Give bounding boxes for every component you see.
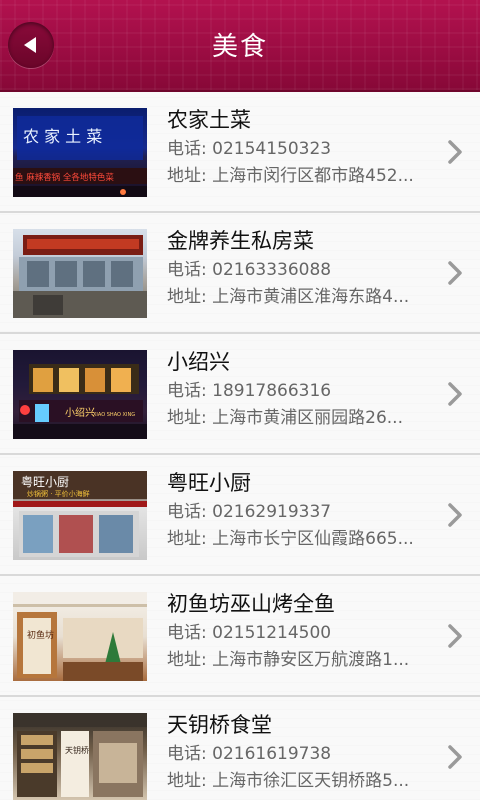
sign-text: 天钥桥: [65, 745, 89, 755]
sign-subtext: 鱼 麻辣香锅 全各地特色菜: [15, 172, 114, 183]
restaurant-phone: 电话: 02161619738: [167, 744, 332, 764]
chevron-right-icon: [448, 745, 462, 769]
list-item[interactable]: 天钥桥 天钥桥食堂 电话: 02161619738 地址: 上海市徐汇区天钥桥路…: [0, 697, 480, 800]
list-item[interactable]: 农 家 土 菜 鱼 麻辣香锅 全各地特色菜 农家土菜 电话: 021541503…: [0, 92, 480, 213]
restaurant-address: 地址: 上海市长宁区仙霞路665...: [167, 529, 414, 549]
app-screen: 美食 农 家 土 菜 鱼 麻辣香锅 全各地特色菜 农家土菜 电话: 021541…: [0, 0, 480, 800]
list-item[interactable]: 粤旺小厨 炒锅粥 · 平价小海鲜 粤旺小厨 电话: 02162919337 地址…: [0, 455, 480, 576]
restaurant-info: 初鱼坊巫山烤全鱼 电话: 02151214500 地址: 上海市静安区万航渡路1…: [167, 588, 437, 674]
restaurant-photo: 农 家 土 菜 鱼 麻辣香锅 全各地特色菜: [13, 108, 147, 197]
sign-text: 小绍兴: [65, 406, 95, 419]
restaurant-address: 地址: 上海市闵行区都市路452...: [167, 166, 414, 186]
restaurant-photo: 初鱼坊: [13, 592, 147, 681]
restaurant-photo: 小绍兴 XIAO SHAO XING: [13, 350, 147, 439]
sign-text: 初鱼坊: [27, 629, 54, 641]
restaurant-address: 地址: 上海市徐汇区天钥桥路5...: [167, 771, 410, 791]
restaurant-name: 小绍兴: [167, 350, 230, 374]
page-title: 美食: [211, 32, 268, 62]
sign-text: 粤旺小厨: [21, 474, 69, 489]
restaurant-name: 农家土菜: [167, 108, 251, 132]
restaurant-phone: 电话: 02163336088: [167, 260, 332, 280]
restaurant-name: 天钥桥食堂: [167, 713, 272, 737]
restaurant-photo: 粤旺小厨 炒锅粥 · 平价小海鲜: [13, 471, 147, 560]
restaurant-photo: 天钥桥: [13, 713, 147, 800]
restaurant-address: 地址: 上海市黄浦区丽园路26...: [167, 408, 403, 428]
sign-subtext: 炒锅粥 · 平价小海鲜: [27, 489, 90, 498]
restaurant-list[interactable]: 农 家 土 菜 鱼 麻辣香锅 全各地特色菜 农家土菜 电话: 021541503…: [0, 92, 480, 800]
restaurant-name: 金牌养生私房菜: [167, 229, 314, 253]
list-item[interactable]: 小绍兴 XIAO SHAO XING 小绍兴 电话: 18917866316 地…: [0, 334, 480, 455]
chevron-right-icon: [448, 261, 462, 285]
chevron-right-icon: [448, 382, 462, 406]
list-item[interactable]: 初鱼坊 初鱼坊巫山烤全鱼 电话: 02151214500 地址: 上海市静安区万…: [0, 576, 480, 697]
restaurant-info: 农家土菜 电话: 02154150323 地址: 上海市闵行区都市路452...: [167, 104, 437, 190]
restaurant-info: 天钥桥食堂 电话: 02161619738 地址: 上海市徐汇区天钥桥路5...: [167, 709, 437, 795]
title-bar: 美食: [0, 0, 480, 92]
chevron-right-icon: [448, 624, 462, 648]
sign-text: 农 家 土 菜: [23, 127, 102, 146]
list-item[interactable]: 金牌养生私房菜 电话: 02163336088 地址: 上海市黄浦区淮海东路4.…: [0, 213, 480, 334]
restaurant-phone: 电话: 02151214500: [167, 623, 332, 643]
chevron-right-icon: [448, 503, 462, 527]
restaurant-phone: 电话: 02162919337: [167, 502, 332, 522]
restaurant-name: 初鱼坊巫山烤全鱼: [167, 592, 335, 616]
restaurant-photo: [13, 229, 147, 318]
restaurant-info: 金牌养生私房菜 电话: 02163336088 地址: 上海市黄浦区淮海东路4.…: [167, 225, 437, 311]
restaurant-info: 小绍兴 电话: 18917866316 地址: 上海市黄浦区丽园路26...: [167, 346, 437, 432]
chevron-right-icon: [448, 140, 462, 164]
restaurant-address: 地址: 上海市黄浦区淮海东路4...: [167, 287, 410, 307]
restaurant-address: 地址: 上海市静安区万航渡路1...: [167, 650, 410, 670]
sign-subtext: XIAO SHAO XING: [93, 412, 135, 418]
restaurant-phone: 电话: 18917866316: [167, 381, 332, 401]
restaurant-name: 粤旺小厨: [167, 471, 251, 495]
restaurant-phone: 电话: 02154150323: [167, 139, 332, 159]
restaurant-info: 粤旺小厨 电话: 02162919337 地址: 上海市长宁区仙霞路665...: [167, 467, 437, 553]
